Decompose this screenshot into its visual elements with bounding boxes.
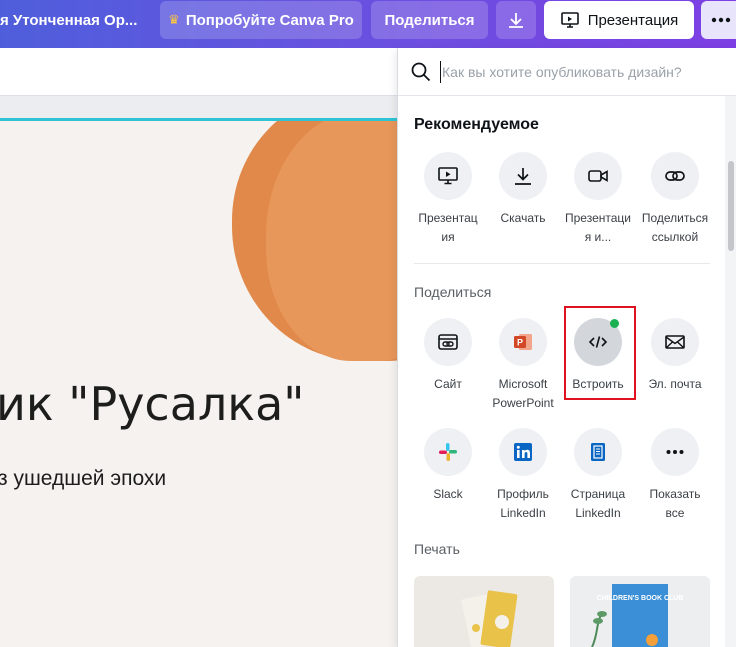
design-canvas[interactable]: ик "Русалка" з ушедшей эпохи bbox=[0, 118, 400, 647]
present-button[interactable]: Презентация bbox=[544, 1, 694, 39]
print-option-business-cards[interactable] bbox=[414, 576, 554, 647]
share-option-website[interactable]: Сайт bbox=[409, 318, 487, 394]
present-label: Презентация bbox=[587, 11, 679, 29]
search-icon bbox=[411, 62, 431, 82]
share-option-slack[interactable]: Slack bbox=[409, 428, 487, 504]
more-options-button[interactable] bbox=[701, 1, 736, 39]
share-button[interactable]: Поделиться bbox=[371, 1, 488, 39]
option-label: Сайт bbox=[434, 377, 462, 391]
share-option-download[interactable]: Скачать bbox=[484, 152, 562, 228]
design-subheadline[interactable]: з ушедшей эпохи bbox=[0, 467, 166, 491]
share-search-bar bbox=[398, 48, 736, 96]
linkedin-circle bbox=[499, 428, 547, 476]
top-bar: я Утонченная Ор... ♛ Попробуйте Canva Pr… bbox=[0, 0, 736, 48]
embed-highlight-box bbox=[564, 306, 636, 400]
option-label: Поделиться bbox=[641, 211, 709, 225]
linkedin-icon bbox=[514, 443, 532, 461]
option-label: Microsoft bbox=[498, 377, 548, 391]
business-cards-image bbox=[461, 590, 518, 647]
share-search-input[interactable] bbox=[442, 60, 712, 84]
panel-scrollbar[interactable] bbox=[725, 96, 736, 647]
powerpoint-circle: P bbox=[499, 318, 547, 366]
presentation-circle bbox=[424, 152, 472, 200]
slack-icon bbox=[439, 443, 457, 461]
slack-circle bbox=[424, 428, 472, 476]
download-icon bbox=[515, 168, 531, 185]
option-label: Скачать bbox=[500, 211, 546, 225]
share-option-email[interactable]: Эл. почта bbox=[636, 318, 714, 394]
video-icon bbox=[588, 170, 608, 182]
section-divider bbox=[414, 263, 710, 264]
try-pro-label: Попробуйте Canva Pro bbox=[185, 11, 354, 29]
download-icon bbox=[509, 13, 523, 28]
download-button[interactable] bbox=[496, 1, 536, 39]
option-label-2: все bbox=[665, 506, 685, 520]
video-circle bbox=[574, 152, 622, 200]
email-icon bbox=[665, 335, 685, 349]
canvas-header-strip bbox=[0, 96, 400, 118]
option-label-2: LinkedIn bbox=[575, 506, 621, 520]
powerpoint-icon: P bbox=[514, 334, 532, 350]
option-label: Профиль bbox=[497, 487, 549, 501]
email-circle bbox=[651, 318, 699, 366]
text-caret bbox=[440, 61, 441, 83]
print-option-book-poster[interactable]: CHILDREN'S BOOK CLUB bbox=[570, 576, 710, 647]
option-label-2: ия bbox=[441, 230, 455, 244]
option-label: Презентац bbox=[418, 211, 478, 225]
link-circle bbox=[651, 152, 699, 200]
share-option-linkedin-page[interactable]: Страница LinkedIn bbox=[559, 428, 637, 523]
option-label: Показать bbox=[649, 487, 701, 501]
book-poster-title: CHILDREN'S BOOK CLUB bbox=[597, 595, 684, 602]
crown-icon: ♛ bbox=[168, 12, 180, 27]
website-icon bbox=[438, 334, 458, 350]
recommended-title: Рекомендуемое bbox=[414, 116, 539, 133]
option-label: Страница bbox=[570, 487, 626, 501]
download-circle bbox=[499, 152, 547, 200]
book-poster-image: CHILDREN'S BOOK CLUB bbox=[591, 584, 684, 647]
share-option-linkedin-profile[interactable]: Профиль LinkedIn bbox=[484, 428, 562, 523]
share-option-presentation-video[interactable]: Презентаци я и... bbox=[559, 152, 637, 247]
share-panel: Рекомендуемое Презентац ия Скачать Презен… bbox=[397, 48, 736, 647]
share-option-powerpoint[interactable]: P Microsoft PowerPoint bbox=[484, 318, 562, 413]
more-icon bbox=[711, 17, 731, 23]
option-label-2: LinkedIn bbox=[500, 506, 546, 520]
linkedin-page-circle bbox=[574, 428, 622, 476]
try-canva-pro-button[interactable]: ♛ Попробуйте Canva Pro bbox=[160, 1, 362, 39]
design-headline[interactable]: ик "Русалка" bbox=[0, 377, 304, 431]
presentation-icon bbox=[438, 167, 458, 185]
option-label: Презентаци bbox=[565, 211, 631, 225]
linkedin-page-icon bbox=[591, 443, 605, 461]
option-label: Эл. почта bbox=[648, 377, 702, 391]
print-section-title: Печать bbox=[414, 541, 460, 557]
document-title[interactable]: я Утонченная Ор... bbox=[0, 12, 137, 29]
more-circle bbox=[651, 428, 699, 476]
option-label: Slack bbox=[433, 487, 463, 501]
option-label-2: PowerPoint bbox=[492, 396, 554, 410]
share-option-show-all[interactable]: Показать все bbox=[636, 428, 714, 523]
scroll-thumb[interactable] bbox=[728, 161, 734, 251]
link-icon bbox=[665, 171, 685, 181]
svg-text:P: P bbox=[517, 338, 523, 348]
option-label-2: ссылкой bbox=[651, 230, 699, 244]
share-option-presentation[interactable]: Презентац ия bbox=[409, 152, 487, 247]
presentation-icon bbox=[560, 12, 579, 28]
option-label-2: я и... bbox=[584, 230, 612, 244]
more-icon bbox=[666, 450, 684, 454]
share-option-link[interactable]: Поделиться ссылкой bbox=[636, 152, 714, 247]
website-circle bbox=[424, 318, 472, 366]
share-section-title: Поделиться bbox=[414, 284, 492, 300]
